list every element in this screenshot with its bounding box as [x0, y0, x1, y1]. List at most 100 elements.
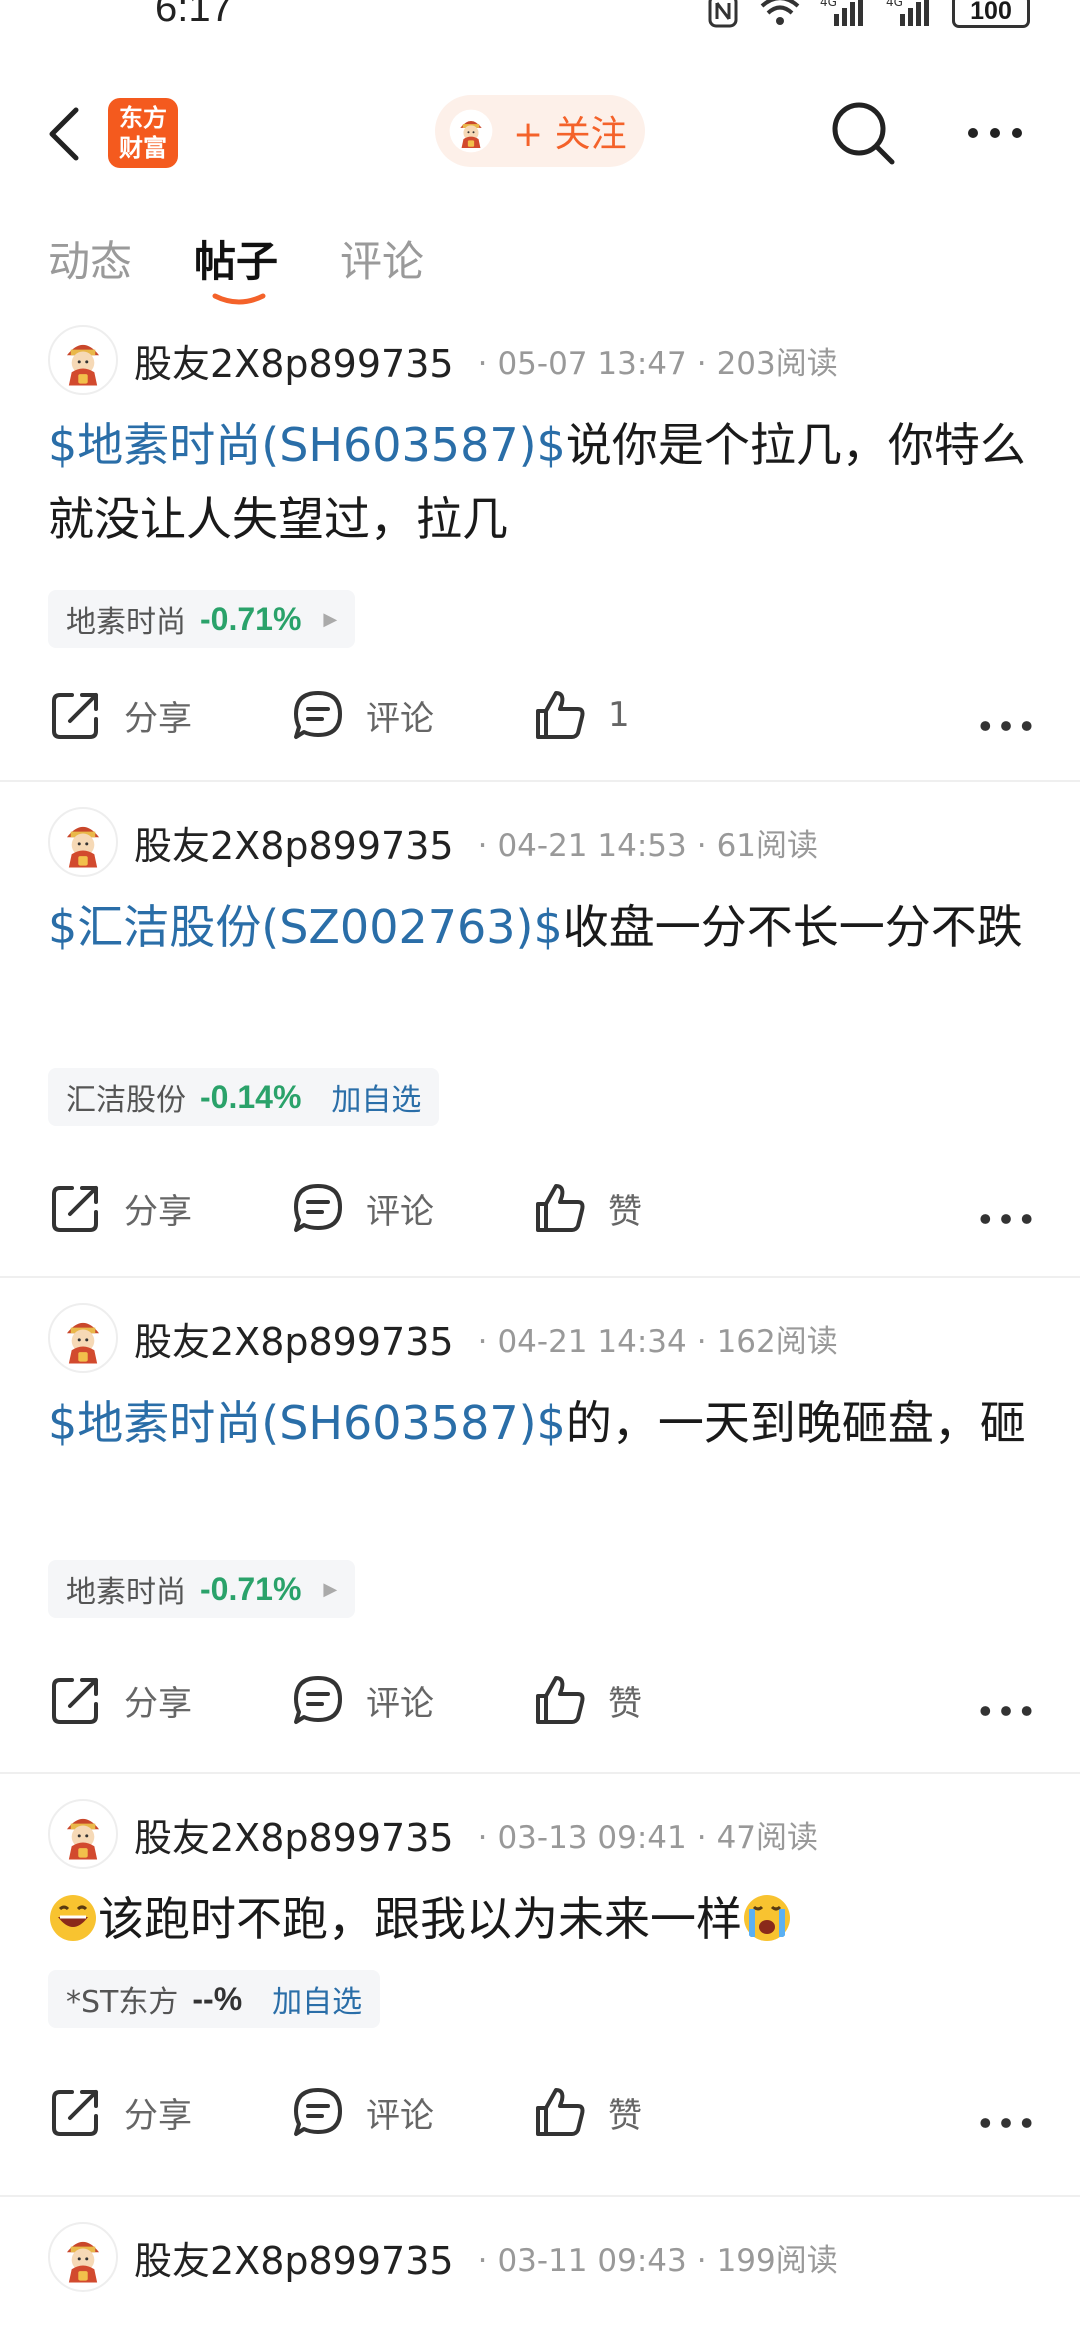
search-button[interactable]	[828, 98, 898, 168]
post-reads: 199阅读	[716, 2242, 838, 2279]
avatar[interactable]	[48, 325, 118, 395]
stock-tag[interactable]: 地素时尚 -0.71% ▶	[48, 1560, 356, 1618]
stock-tag-name: 汇洁股份	[66, 1083, 186, 1118]
share-button[interactable]: 分享	[48, 687, 192, 743]
author-name[interactable]: 股友2X8p899735	[134, 815, 454, 870]
post-header: 股友2X8p899735 · 03-11 09:43 · 199阅读	[48, 2222, 838, 2292]
thumbs-up-icon	[536, 2088, 585, 2136]
post-item[interactable]: 股友2X8p899735 · 03-13 09:41 · 47阅读 该跑时不跑，跟我以…	[0, 1774, 1080, 2197]
share-button[interactable]: 分享	[48, 1672, 192, 1728]
like-button[interactable]: 赞	[532, 1180, 642, 1236]
post-content[interactable]: $地素时尚(SH603587)$说你是个拉几，你特么就没让人失望过，拉几	[48, 408, 1038, 556]
comment-icon	[294, 1676, 342, 1724]
stock-link[interactable]: $地素时尚(SH603587)$	[48, 418, 566, 472]
avatar[interactable]	[48, 1303, 118, 1373]
avatar[interactable]	[48, 2222, 118, 2292]
post-more-button[interactable]	[978, 2095, 1054, 2151]
tab-dynamics[interactable]: 动态	[48, 228, 132, 288]
battery-icon: 100	[952, 0, 1030, 28]
post-content[interactable]: $汇洁股份(SZ002763)$收盘一分不长一分不跌	[48, 890, 1038, 964]
comment-icon	[294, 1184, 342, 1232]
like-button[interactable]: 赞	[532, 2084, 642, 2140]
post-meta: · 04-21 14:34 · 162阅读	[477, 1323, 838, 1360]
author-name[interactable]: 股友2X8p899735	[134, 1311, 454, 1366]
share-label: 分享	[124, 698, 192, 739]
play-arrow-icon: ▶	[323, 1578, 338, 1600]
user-avatar-icon	[449, 109, 493, 153]
comment-button[interactable]: 评论	[290, 1672, 434, 1728]
post-body: 收盘一分不长一分不跌	[562, 900, 1023, 954]
play-arrow-icon: ▶	[323, 608, 338, 630]
like-label: 赞	[608, 1191, 642, 1232]
post-header: 股友2X8p899735 · 03-13 09:41 · 47阅读	[48, 1799, 818, 1869]
comment-icon	[294, 2088, 342, 2136]
more-horizontal-icon	[980, 1706, 1032, 1716]
follow-button[interactable]: + 关注	[435, 95, 645, 167]
share-icon	[52, 1186, 98, 1232]
like-button[interactable]: 赞	[532, 1672, 642, 1728]
post-content[interactable]: 该跑时不跑，跟我以为未来一样	[48, 1882, 1038, 1956]
author-name[interactable]: 股友2X8p899735	[134, 333, 454, 388]
like-label: 赞	[608, 1683, 642, 1724]
stock-tag-name: 地素时尚	[66, 605, 186, 640]
thumbs-up-icon	[536, 1676, 585, 1724]
comment-button[interactable]: 评论	[290, 687, 434, 743]
tab-comments[interactable]: 评论	[340, 228, 424, 288]
comment-icon	[294, 691, 342, 739]
comment-button[interactable]: 评论	[290, 1180, 434, 1236]
crying-emoji-icon	[744, 1895, 790, 1941]
svg-text:4G: 4G	[820, 0, 837, 9]
post-item[interactable]: 股友2X8p899735 · 03-11 09:43 · 199阅读	[0, 2197, 1080, 2339]
post-header: 股友2X8p899735 · 04-21 14:53 · 61阅读	[48, 807, 818, 877]
more-horizontal-icon	[980, 721, 1032, 731]
post-feed: 股友2X8p899735 · 05-07 13:47 · 203阅读 $地素时尚(SH…	[0, 300, 1080, 2339]
wifi-icon	[760, 0, 800, 25]
post-body: 的，一天到晚砸盘，砸	[565, 1396, 1026, 1450]
post-more-button[interactable]	[978, 698, 1054, 754]
stock-tag-change: -0.71%	[200, 1570, 302, 1607]
stock-tag[interactable]: *ST东方 --% 加自选	[48, 1970, 381, 2028]
profile-tabs: 动态 帖子 评论	[48, 228, 424, 305]
comment-label: 评论	[366, 698, 434, 739]
add-watchlist-link[interactable]: 加自选	[331, 1075, 421, 1119]
post-more-button[interactable]	[978, 1191, 1054, 1247]
status-bar: 6:17 4G 4G 100	[0, 0, 1080, 48]
comment-button[interactable]: 评论	[290, 2084, 434, 2140]
share-button[interactable]: 分享	[48, 1180, 192, 1236]
like-button[interactable]: 1	[532, 687, 630, 743]
search-icon	[832, 102, 895, 165]
share-button[interactable]: 分享	[48, 2084, 192, 2140]
post-date: 04-21 14:34	[497, 1323, 687, 1360]
stock-tag[interactable]: 汇洁股份 -0.14% 加自选	[48, 1068, 440, 1126]
stock-link[interactable]: $汇洁股份(SZ002763)$	[48, 900, 563, 954]
post-item[interactable]: 股友2X8p899735 · 04-21 14:34 · 162阅读 $地素时尚(SH…	[0, 1278, 1080, 1774]
more-horizontal-icon	[980, 1214, 1032, 1224]
post-content[interactable]: $地素时尚(SH603587)$的，一天到晚砸盘，砸	[48, 1386, 1038, 1460]
more-horizontal-icon	[968, 128, 1022, 138]
logo-line-1: 东方	[119, 104, 167, 132]
stock-link[interactable]: $地素时尚(SH603587)$	[48, 1396, 566, 1450]
post-header: 股友2X8p899735 · 05-07 13:47 · 203阅读	[48, 325, 838, 395]
stock-tag[interactable]: 地素时尚 -0.71% ▶	[48, 590, 356, 648]
author-name[interactable]: 股友2X8p899735	[134, 1807, 454, 1862]
signal-4g-icon-2: 4G	[886, 0, 929, 26]
thumbs-up-icon	[536, 1184, 585, 1232]
tab-posts[interactable]: 帖子	[194, 228, 278, 305]
comment-label: 评论	[366, 2095, 434, 2136]
post-reads: 61阅读	[716, 827, 819, 864]
back-button[interactable]	[40, 98, 90, 168]
share-icon	[52, 2090, 98, 2136]
share-label: 分享	[124, 2095, 192, 2136]
post-more-button[interactable]	[978, 1683, 1054, 1739]
post-item[interactable]: 股友2X8p899735 · 05-07 13:47 · 203阅读 $地素时尚(SH…	[0, 300, 1080, 782]
post-header: 股友2X8p899735 · 04-21 14:34 · 162阅读	[48, 1303, 838, 1373]
post-actions: 分享 评论 赞	[48, 2077, 1038, 2147]
avatar[interactable]	[48, 1799, 118, 1869]
post-meta: · 04-21 14:53 · 61阅读	[477, 827, 819, 864]
add-watchlist-link[interactable]: 加自选	[272, 1977, 362, 2021]
author-name[interactable]: 股友2X8p899735	[134, 2230, 454, 2285]
post-item[interactable]: 股友2X8p899735 · 04-21 14:53 · 61阅读 $汇洁股份(SZ0…	[0, 782, 1080, 1278]
svg-text:4G: 4G	[886, 0, 903, 9]
more-menu-button[interactable]	[965, 108, 1025, 158]
avatar[interactable]	[48, 807, 118, 877]
